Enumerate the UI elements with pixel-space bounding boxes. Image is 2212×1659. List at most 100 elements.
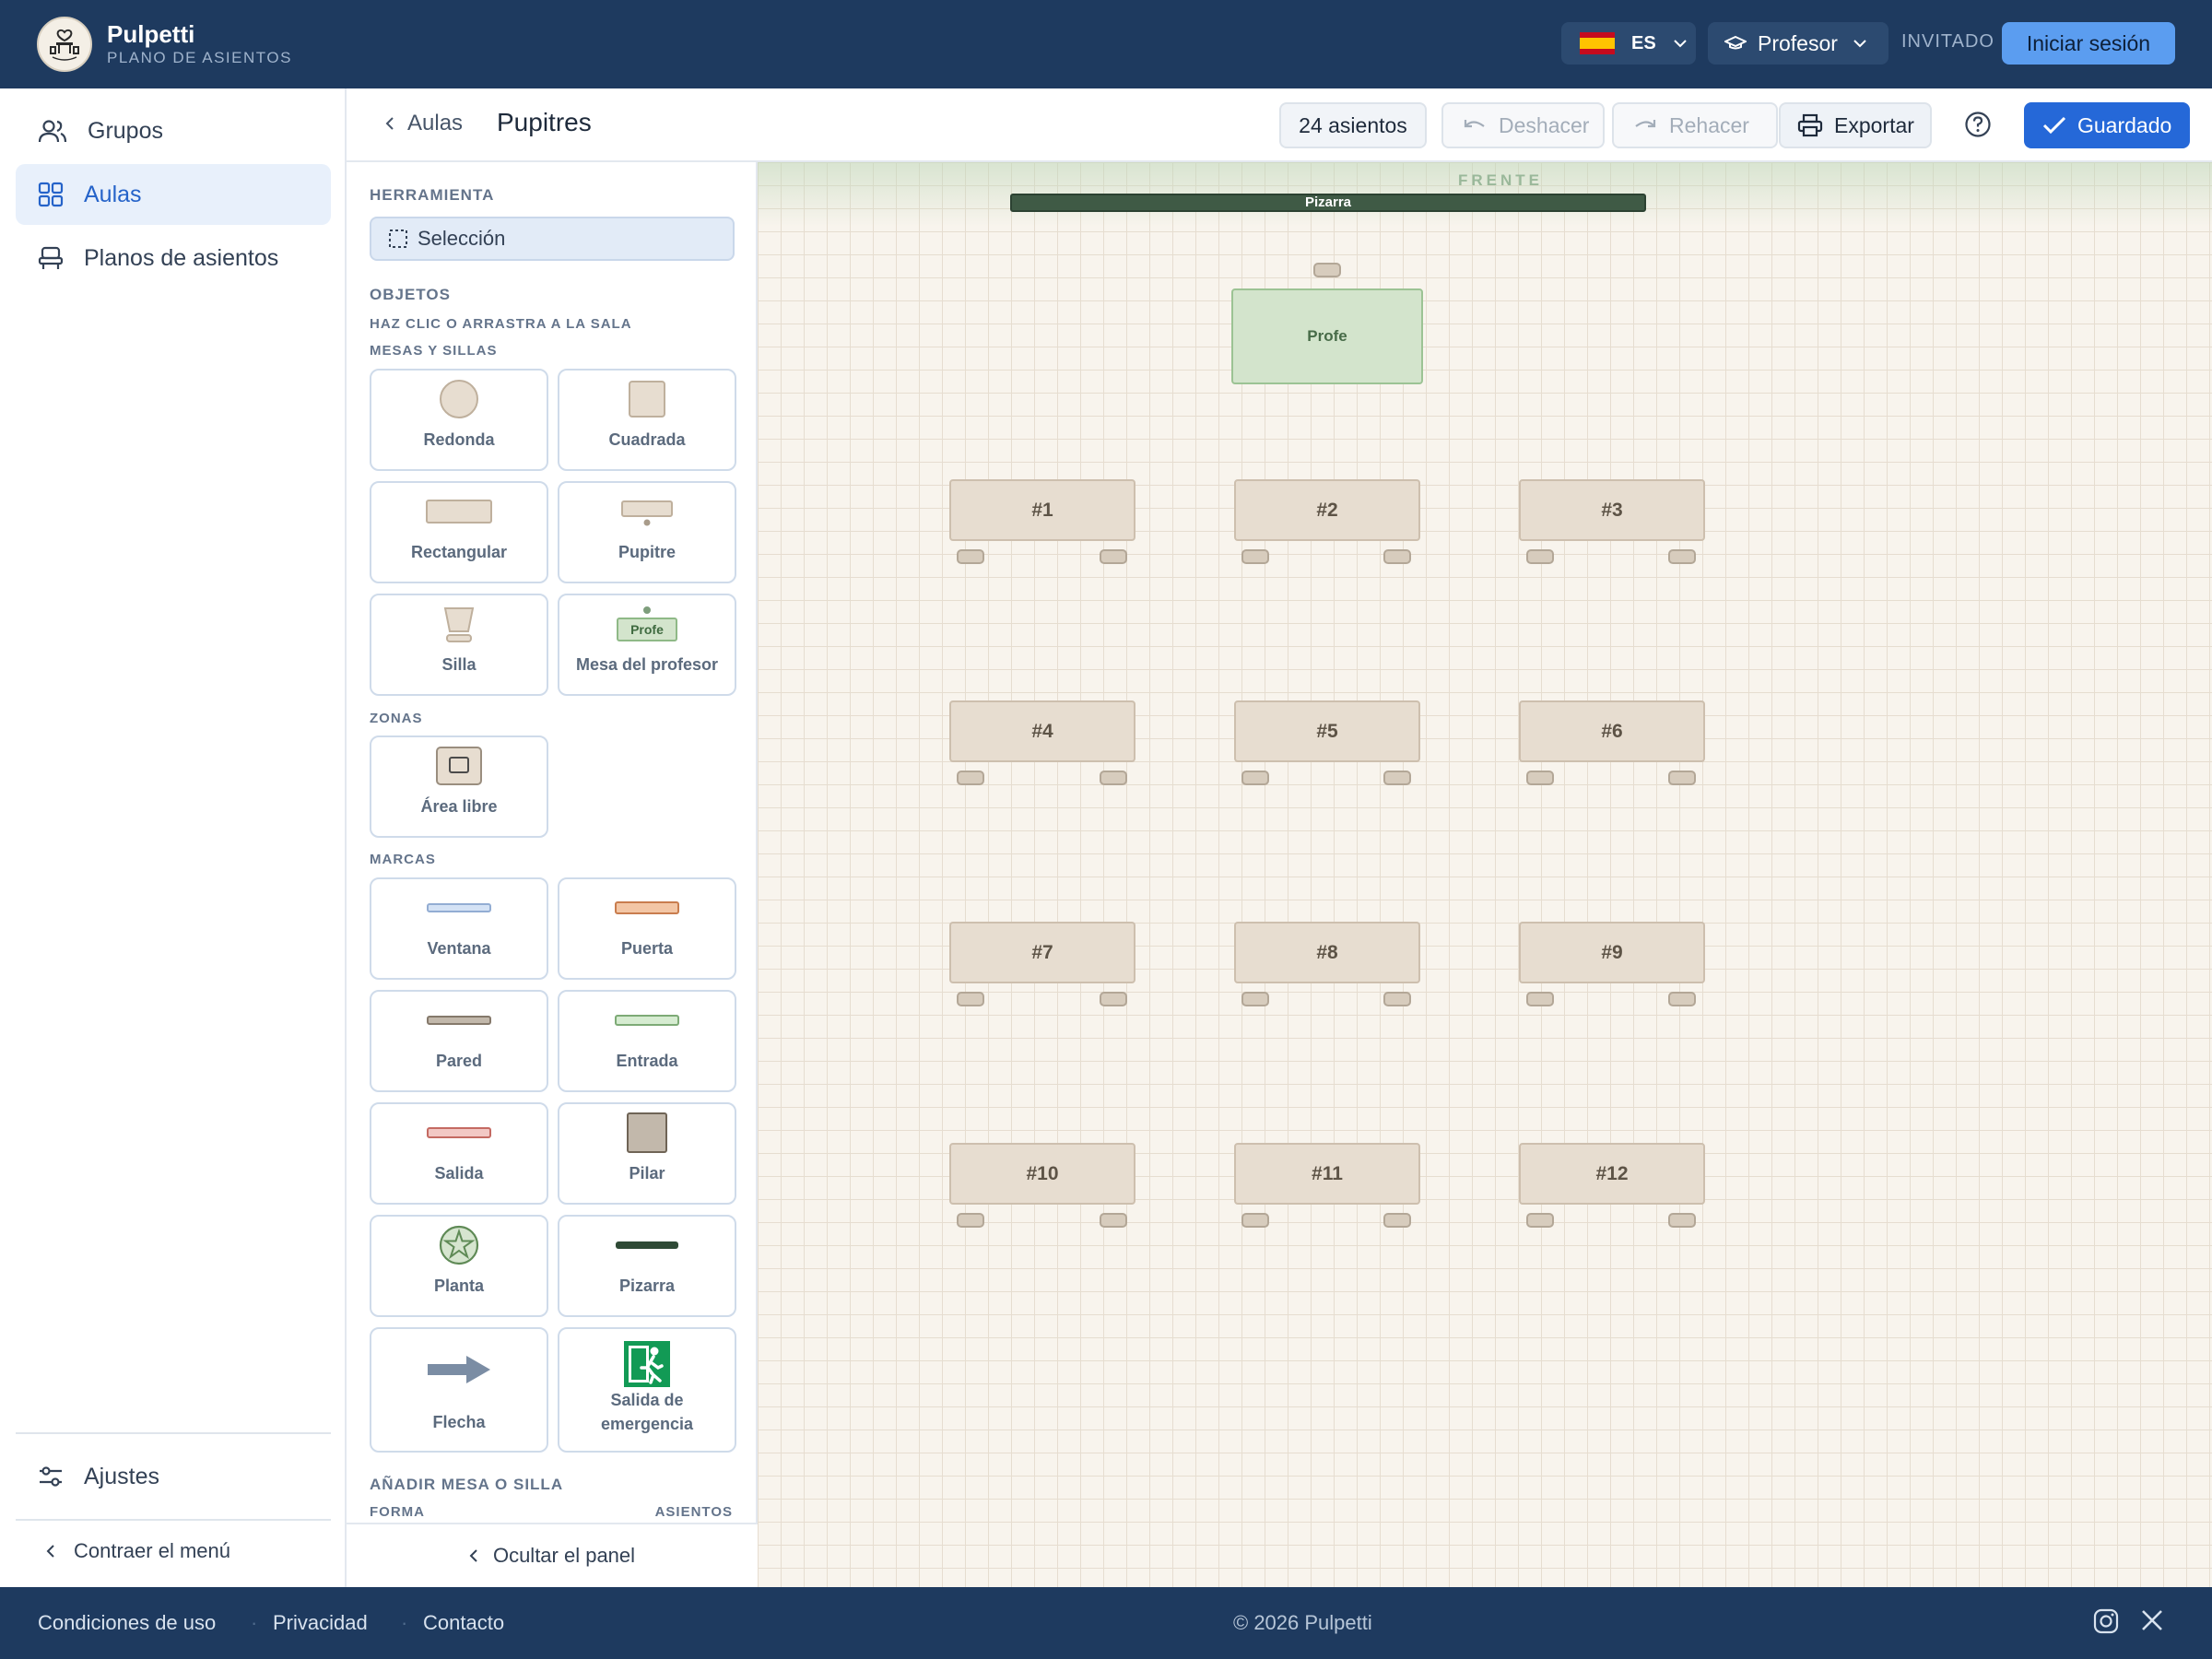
desk-chair[interactable] xyxy=(1526,549,1554,564)
sidebar-item-ajustes[interactable]: Ajustes xyxy=(16,1446,331,1507)
x-link[interactable] xyxy=(2139,1607,2165,1638)
desk-2[interactable]: #2 xyxy=(1234,479,1420,541)
tool-label: Silla xyxy=(441,655,477,674)
help-button[interactable] xyxy=(1964,111,1992,143)
desk-10[interactable]: #10 xyxy=(949,1143,1135,1205)
tool-label: Redonda xyxy=(423,430,495,449)
desk-chair[interactable] xyxy=(1383,992,1411,1006)
entrance-tool[interactable]: Entrada xyxy=(558,990,736,1092)
desk-chair[interactable] xyxy=(957,992,984,1006)
contact-link[interactable]: Contacto xyxy=(423,1611,504,1635)
sidebar-item-label: Planos de asientos xyxy=(84,244,279,271)
desk-chair[interactable] xyxy=(1100,549,1127,564)
desk-4[interactable]: #4 xyxy=(949,700,1135,762)
desk-chair[interactable] xyxy=(957,1213,984,1228)
collapse-menu-button[interactable]: Contraer el menú xyxy=(46,1539,230,1563)
sidebar-item-aulas[interactable]: Aulas xyxy=(16,164,331,225)
desk-chair[interactable] xyxy=(1100,1213,1127,1228)
room-canvas[interactable]: FRENTE Pizarra Profe #1 #2 #3 #4 #5 #6 #… xyxy=(758,162,2212,1587)
desk-chair[interactable] xyxy=(957,549,984,564)
export-button[interactable]: Exportar xyxy=(1779,102,1932,148)
rectangular-table-tool[interactable]: Rectangular xyxy=(370,481,548,583)
door-tool[interactable]: Puerta xyxy=(558,877,736,980)
canvas-whiteboard[interactable]: Pizarra xyxy=(1010,194,1646,212)
desk-tool[interactable]: Pupitre xyxy=(558,481,736,583)
brand[interactable]: Pulpetti PLANO DE ASIENTOS xyxy=(37,17,292,72)
chair-tool[interactable]: Silla xyxy=(370,594,548,696)
wall-icon xyxy=(427,1016,491,1025)
redo-button[interactable]: Rehacer xyxy=(1612,102,1778,148)
redo-icon xyxy=(1635,120,1656,128)
sidebar-item-grupos[interactable]: Grupos xyxy=(16,100,331,161)
desk-chair[interactable] xyxy=(1241,771,1269,785)
round-table-tool[interactable]: Redonda xyxy=(370,369,548,471)
desk-chair[interactable] xyxy=(1526,992,1554,1006)
desk-chair[interactable] xyxy=(1241,992,1269,1006)
desk-7[interactable]: #7 xyxy=(949,922,1135,983)
pillar-tool[interactable]: Pilar xyxy=(558,1102,736,1205)
desk-chair[interactable] xyxy=(1668,992,1696,1006)
teacher-chair[interactable] xyxy=(1313,263,1341,277)
desk-12[interactable]: #12 xyxy=(1519,1143,1705,1205)
instagram-link[interactable] xyxy=(2092,1607,2120,1640)
login-button[interactable]: Iniciar sesión xyxy=(2002,22,2175,65)
desk-chair[interactable] xyxy=(1100,771,1127,785)
desk-chair[interactable] xyxy=(1668,771,1696,785)
desk-chair[interactable] xyxy=(1383,771,1411,785)
collapse-menu-label: Contraer el menú xyxy=(74,1539,230,1562)
desk-chair[interactable] xyxy=(1241,1213,1269,1228)
whiteboard-icon xyxy=(616,1241,678,1249)
tool-label: Salida de emergencia xyxy=(600,1391,694,1433)
desk-5[interactable]: #5 xyxy=(1234,700,1420,762)
desk-chair[interactable] xyxy=(1668,549,1696,564)
pulpetti-logo-icon xyxy=(37,17,92,72)
desk-3[interactable]: #3 xyxy=(1519,479,1705,541)
chevron-left-icon xyxy=(469,1549,477,1562)
teacher-desk-icon: Profe xyxy=(617,618,677,641)
whiteboard-tool[interactable]: Pizarra xyxy=(558,1215,736,1317)
back-to-aulas-link[interactable]: Aulas xyxy=(385,111,463,136)
privacy-link[interactable]: Privacidad xyxy=(273,1611,368,1635)
role-selector[interactable]: Profesor xyxy=(1708,22,1888,65)
desk-chair[interactable] xyxy=(957,771,984,785)
square-table-tool[interactable]: Cuadrada xyxy=(558,369,736,471)
tool-label: Área libre xyxy=(420,797,498,816)
tool-label: Entrada xyxy=(616,1052,678,1070)
desk-11[interactable]: #11 xyxy=(1234,1143,1420,1205)
zones-heading: ZONAS xyxy=(370,711,423,726)
exit-tool[interactable]: Salida xyxy=(370,1102,548,1205)
exit-icon xyxy=(427,1127,491,1138)
check-icon xyxy=(2042,116,2066,135)
teacher-desk-tool[interactable]: Profe Mesa del profesor xyxy=(558,594,736,696)
plant-tool[interactable]: Planta xyxy=(370,1215,548,1317)
desk-8[interactable]: #8 xyxy=(1234,922,1420,983)
desk-chair[interactable] xyxy=(1383,549,1411,564)
app-subtitle: PLANO DE ASIENTOS xyxy=(107,49,292,66)
desk-chair[interactable] xyxy=(1526,771,1554,785)
desk-chair[interactable] xyxy=(1668,1213,1696,1228)
desk-chair[interactable] xyxy=(1241,549,1269,564)
desk-chair[interactable] xyxy=(1526,1213,1554,1228)
desk-chair[interactable] xyxy=(1383,1213,1411,1228)
selection-tool[interactable]: Selección xyxy=(370,217,735,261)
language-selector[interactable]: ES xyxy=(1561,22,1696,65)
desk-1[interactable]: #1 xyxy=(949,479,1135,541)
desk-6[interactable]: #6 xyxy=(1519,700,1705,762)
canvas-teacher-desk[interactable]: Profe xyxy=(1231,288,1423,384)
chevron-down-icon xyxy=(1673,40,1687,48)
desk-9[interactable]: #9 xyxy=(1519,922,1705,983)
sidebar: Grupos Aulas Planos de asientos Ajustes … xyxy=(0,88,347,1587)
terms-link[interactable]: Condiciones de uso xyxy=(38,1611,216,1635)
sidebar-item-planos[interactable]: Planos de asientos xyxy=(16,228,331,288)
emergency-exit-tool[interactable]: Salida de emergencia xyxy=(558,1327,736,1453)
desk-chair[interactable] xyxy=(1100,992,1127,1006)
arrow-tool[interactable]: Flecha xyxy=(370,1327,548,1453)
add-table-heading: AÑADIR MESA O SILLA xyxy=(370,1476,564,1493)
saved-button[interactable]: Guardado xyxy=(2024,102,2190,148)
hide-panel-button[interactable]: Ocultar el panel xyxy=(347,1523,758,1587)
wall-tool[interactable]: Pared xyxy=(370,990,548,1092)
free-area-tool[interactable]: Área libre xyxy=(370,735,548,838)
chevron-left-icon xyxy=(385,117,394,130)
window-tool[interactable]: Ventana xyxy=(370,877,548,980)
undo-button[interactable]: Deshacer xyxy=(1441,102,1605,148)
